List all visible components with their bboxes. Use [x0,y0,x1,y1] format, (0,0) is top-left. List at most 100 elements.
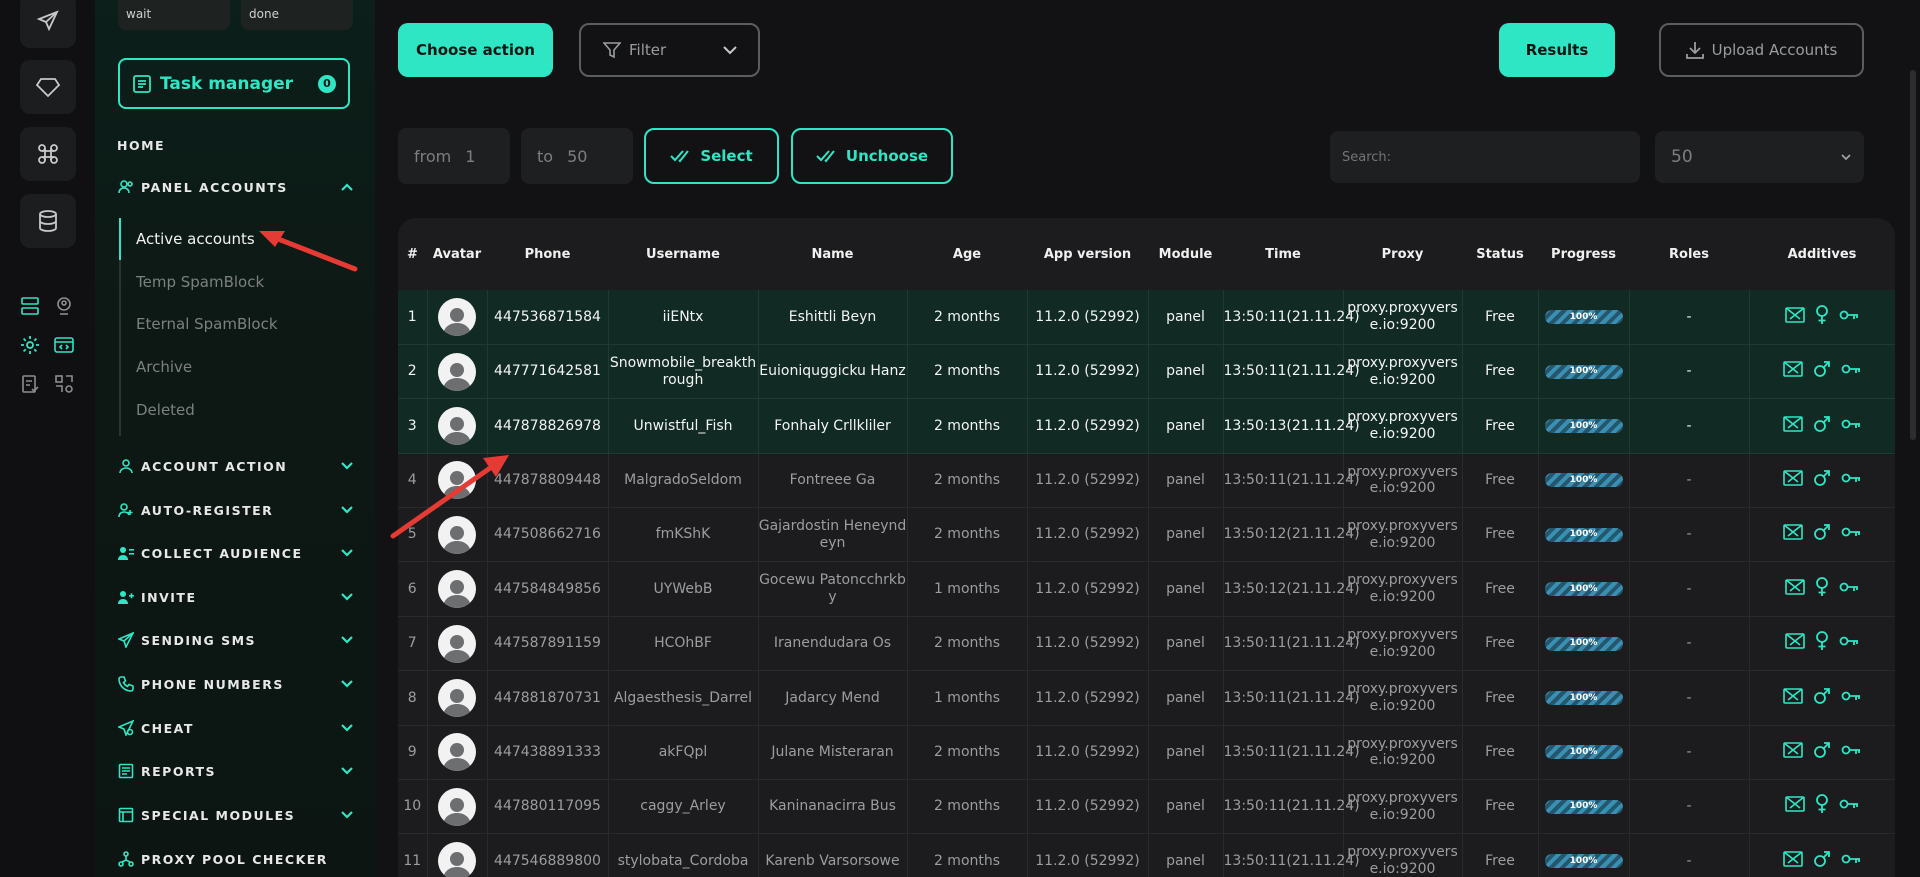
col-header-avatar[interactable]: Avatar [427,218,487,290]
col-header-roles[interactable]: Roles [1629,218,1749,290]
settings-gear-icon[interactable] [19,334,41,356]
command-nav-button[interactable] [20,127,76,181]
sidebar-item-temp-spamblock[interactable]: Temp SpamBlock [136,273,264,291]
gender-indicator[interactable] [1815,631,1829,656]
table-row[interactable]: 9 447438891333 akFQpl Julane Misteraran 2 mo… [398,725,1895,781]
mail-action[interactable] [1783,415,1803,437]
table-row[interactable]: 10 447880117095 caggy_Arley Kaninanacirra B… [398,779,1895,835]
page-size-select[interactable]: 50 [1655,131,1864,183]
gender-indicator[interactable] [1813,469,1831,492]
mail-action[interactable] [1783,361,1803,382]
table-row[interactable]: 8 447881870731 Algaesthesis_Darrel Jadarcy … [398,670,1895,726]
cell-time: 13:50:11(21.11.24) [1223,616,1360,672]
mail-action[interactable] [1785,633,1805,654]
server-list-icon[interactable] [19,295,41,317]
col-header-username[interactable]: Username [608,218,758,290]
mail-action[interactable] [1783,850,1803,872]
table-row[interactable]: 1 447536871584 iiENtx Eshittli Beyn 2 months… [398,290,1895,345]
col-header-additives[interactable]: Additives [1749,218,1895,290]
table-row[interactable]: 7 447587891159 HCOhBF Iranendudara Os 2 mont… [398,616,1895,672]
key-action[interactable] [1839,635,1859,652]
table-row[interactable]: 4 447878809448 MalgradoSeldom Fontreee Ga 2 … [398,453,1895,509]
database-nav-button[interactable] [20,194,76,248]
nav-special-modules[interactable]: SPECIAL MODULES [117,805,355,825]
key-action[interactable] [1841,690,1861,707]
key-action[interactable] [1839,309,1859,326]
gender-indicator[interactable] [1813,523,1831,546]
choose-action-button[interactable]: Choose action [398,23,553,77]
nav-proxy-pool-checker[interactable]: PROXY POOL CHECKER [117,849,355,869]
nav-panel-accounts[interactable]: PANEL ACCOUNTS [117,177,355,197]
col-header-name[interactable]: Name [758,218,907,290]
nav-sending-sms[interactable]: SENDING SMS [117,630,355,650]
mail-action[interactable] [1785,306,1805,328]
nav-auto-register[interactable]: AUTO-REGISTER [117,500,355,520]
key-action[interactable] [1839,798,1859,815]
table-row[interactable]: 2 447771642581 Snowmobile_breakthrough Euio… [398,344,1895,400]
gender-indicator[interactable] [1813,850,1831,873]
upload-accounts-button[interactable]: Upload Accounts [1659,23,1864,77]
gender-indicator[interactable] [1813,687,1831,710]
table-row[interactable]: 5 447508662716 fmKShK Gajardostin Heneyndey… [398,507,1895,563]
key-action[interactable] [1841,744,1861,761]
gender-indicator[interactable] [1815,576,1829,602]
mail-action[interactable] [1783,687,1803,709]
unchoose-button[interactable]: Unchoose [791,128,953,184]
col-header-phone[interactable]: Phone [487,218,608,290]
col-header-app-version[interactable]: App version [1027,218,1148,290]
gender-indicator[interactable] [1815,304,1829,330]
nav-cheat[interactable]: CHEAT [117,718,355,738]
shapes-icon[interactable] [53,373,75,395]
gender-indicator[interactable] [1813,415,1831,438]
sidebar-item-active-accounts[interactable]: Active accounts [136,230,255,248]
nav-phone-numbers[interactable]: PHONE NUMBERS [117,674,355,694]
key-action[interactable] [1839,581,1859,598]
mail-action[interactable] [1785,578,1805,600]
send-nav-button[interactable] [20,0,76,48]
col-header-module[interactable]: Module [1148,218,1223,290]
download-icon [1685,42,1704,59]
key-action[interactable] [1841,472,1861,489]
col-header-status[interactable]: Status [1462,218,1538,290]
key-action[interactable] [1841,853,1861,870]
col-header-index[interactable]: # [398,218,427,290]
user-location-icon[interactable] [53,295,75,317]
nav-account-action[interactable]: ACCOUNT ACTION [117,456,355,476]
diamond-nav-button[interactable] [20,60,76,114]
mail-action[interactable] [1783,470,1803,491]
sidebar-item-deleted[interactable]: Deleted [136,401,195,419]
col-header-proxy[interactable]: Proxy [1343,218,1462,290]
nav-reports[interactable]: REPORTS [117,761,355,781]
checklist-icon[interactable] [19,373,41,395]
code-window-icon[interactable] [53,334,75,356]
nav-collect-audience[interactable]: COLLECT AUDIENCE [117,543,355,563]
gender-indicator[interactable] [1815,794,1829,819]
mail-action[interactable] [1783,742,1803,763]
key-action[interactable] [1841,526,1861,543]
key-action[interactable] [1841,363,1861,380]
select-button[interactable]: Select [644,128,779,184]
cell-username: MalgradoSeldom [608,453,759,509]
task-manager-button[interactable]: Task manager 0 [118,58,350,109]
mail-action[interactable] [1785,796,1805,817]
range-from-input[interactable]: from 1 [398,128,510,184]
nav-invite[interactable]: INVITE [117,587,355,607]
key-action[interactable] [1841,418,1861,435]
sidebar-item-eternal-spamblock[interactable]: Eternal SpamBlock [136,315,278,333]
table-row[interactable]: 11 447546889800 stylobata_Cordoba Karenb Va… [398,833,1895,877]
results-button[interactable]: Results [1499,23,1615,77]
gender-indicator[interactable] [1813,741,1831,764]
range-to-input[interactable]: to 50 [521,128,633,184]
filter-dropdown[interactable]: Filter [579,23,760,77]
nav-home[interactable]: HOME [117,135,355,155]
gender-indicator[interactable] [1813,360,1831,383]
col-header-time[interactable]: Time [1223,218,1343,290]
page-scrollbar[interactable] [1910,70,1916,440]
table-row[interactable]: 3 447878826978 Unwistful_Fish Fonhaly Crllk… [398,398,1895,454]
search-input[interactable] [1330,131,1640,183]
col-header-age[interactable]: Age [907,218,1027,290]
mail-action[interactable] [1783,524,1803,545]
col-header-progress[interactable]: Progress [1538,218,1629,290]
table-row[interactable]: 6 447584849856 UYWebB Gocewu Patoncchrkby 1 … [398,561,1895,617]
sidebar-item-archive[interactable]: Archive [136,358,192,376]
